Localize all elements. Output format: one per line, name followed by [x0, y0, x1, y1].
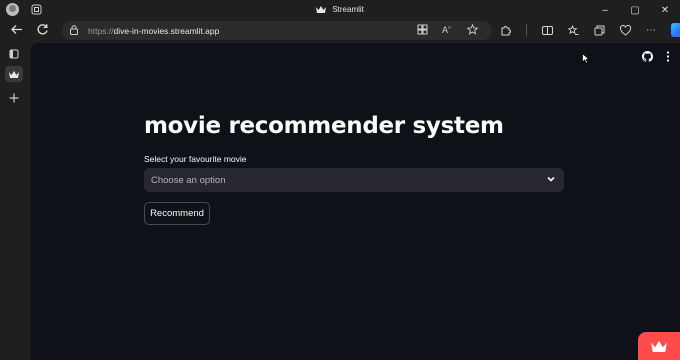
read-aloud-icon[interactable]: A»: [442, 24, 453, 35]
toolbar-divider: [526, 24, 527, 36]
window-titlebar: Streamlit – ▢ ✕: [0, 0, 680, 20]
lock-icon[interactable]: [70, 25, 78, 35]
url-host: dive-in-movies.streamlit.app: [113, 26, 220, 36]
streamlit-crown-icon: [651, 340, 667, 352]
url-text[interactable]: https://dive-in-movies.streamlit.app: [88, 26, 219, 36]
copilot-icon[interactable]: [671, 23, 680, 37]
close-button[interactable]: ✕: [650, 0, 680, 20]
browser-toolbar: https://dive-in-movies.streamlit.app A» …: [0, 20, 680, 42]
streamlit-badge[interactable]: [638, 332, 680, 360]
favorites-icon[interactable]: [568, 24, 579, 36]
streamlit-crown-icon: [9, 70, 19, 78]
chevron-down-icon[interactable]: [546, 174, 556, 184]
select-placeholder: Choose an option: [151, 175, 226, 186]
extensions-icon[interactable]: [500, 25, 511, 36]
movie-select-dropdown[interactable]: Choose an option: [144, 168, 564, 192]
address-bar[interactable]: https://dive-in-movies.streamlit.app A»: [62, 21, 492, 40]
browser-essentials-icon[interactable]: [620, 24, 631, 36]
streamlit-crown-icon: [316, 6, 327, 14]
new-tab-plus-icon[interactable]: [5, 90, 23, 106]
refresh-icon[interactable]: [36, 23, 49, 36]
main-menu-icon[interactable]: [666, 51, 670, 62]
more-options-icon[interactable]: ⋯: [646, 25, 656, 36]
page-title: movie recommender system: [144, 113, 504, 139]
tab-streamlit[interactable]: [5, 66, 23, 82]
app-available-icon[interactable]: [417, 24, 428, 35]
collections-icon[interactable]: [594, 25, 605, 36]
vertical-tabs-sidebar: [0, 42, 30, 360]
maximize-button[interactable]: ▢: [620, 0, 650, 20]
tab-actions-icon[interactable]: [5, 46, 23, 62]
window-title: Streamlit: [332, 5, 364, 14]
recommend-button[interactable]: Recommend: [144, 202, 210, 225]
select-label: Select your favourite movie: [144, 154, 247, 164]
back-arrow-icon[interactable]: [10, 23, 23, 36]
minimize-button[interactable]: –: [590, 0, 620, 20]
svg-text:»: »: [448, 25, 451, 31]
window-title-area: Streamlit: [0, 5, 680, 14]
mouse-cursor-icon: [582, 53, 590, 64]
split-screen-icon[interactable]: [542, 25, 553, 36]
url-prefix: https://: [88, 26, 114, 36]
streamlit-app: movie recommender system Select your fav…: [31, 43, 680, 360]
favorite-star-icon[interactable]: [467, 24, 478, 35]
github-icon[interactable]: [642, 51, 653, 62]
